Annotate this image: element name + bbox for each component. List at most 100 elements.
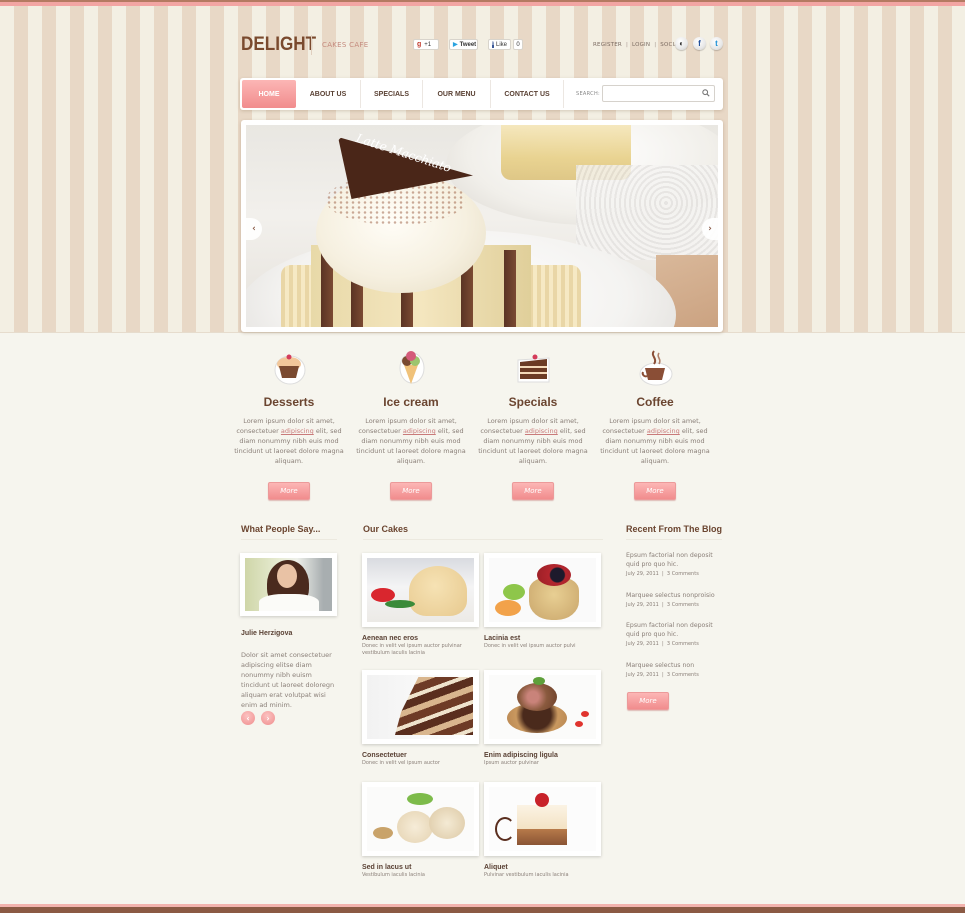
chocolate-stripe: [504, 250, 516, 327]
logo[interactable]: DELIGHT: [241, 34, 316, 56]
blog-post-date: July 29, 2011: [626, 641, 659, 647]
feature-link[interactable]: adipiscing: [281, 427, 314, 435]
cake-photo-frame: [362, 782, 479, 856]
hero-slider: Latte Macchiato ‹ ›: [241, 120, 723, 332]
sauce-dot: [581, 711, 589, 717]
cakes-title: Our Cakes: [363, 524, 409, 534]
cake-item[interactable]: Lacinia est Donec in velit vel ipsum auc…: [484, 553, 601, 650]
tiramisu-slice: [517, 805, 567, 845]
search-icon[interactable]: [701, 88, 711, 98]
cake-item[interactable]: Sed in lacus ut Vestibulum iaculis lacin…: [362, 782, 479, 879]
mint-leaf: [503, 584, 525, 600]
tagline: CAKES CAFE: [322, 41, 369, 49]
login-link[interactable]: LOGIN: [632, 42, 650, 48]
nav-about-us[interactable]: ABOUT US: [296, 80, 361, 108]
facebook-like-button[interactable]: f Like: [488, 39, 511, 50]
main-navigation: HOME ABOUT US SPECIALS OUR MENU CONTACT …: [240, 78, 723, 110]
top-links: REGISTER | LOGIN | SOCIAL: [593, 42, 682, 48]
feature-link[interactable]: adipiscing: [403, 427, 436, 435]
blog-post-title[interactable]: Epsum factorial non deposit quid pro quo…: [626, 551, 726, 569]
feature-desserts: Desserts Lorem ipsum dolor sit amet, con…: [234, 348, 344, 500]
feature-text: Lorem ipsum dolor sit amet, consectetuer…: [356, 416, 466, 466]
blog-post-title[interactable]: Marquee selectus non: [626, 661, 726, 670]
blog-post-comments[interactable]: 3 Comments: [667, 641, 699, 647]
nav-home[interactable]: HOME: [242, 80, 296, 108]
blog-post-comments[interactable]: 3 Comments: [667, 571, 699, 577]
ice-cream-scoop: [429, 807, 465, 839]
cupcake-icon: [269, 348, 309, 388]
like-label: Like: [496, 41, 508, 48]
feature-title: Coffee: [636, 395, 674, 409]
shirt: [259, 594, 319, 611]
tweet-label: Tweet: [459, 41, 477, 48]
cake-title: Aliquet: [484, 864, 508, 871]
section-divider: [363, 539, 603, 540]
cake-photo: [367, 787, 474, 851]
cake-title: Consectetuer: [362, 752, 407, 759]
cake-title: Enim adipiscing ligula: [484, 752, 558, 759]
cake-item[interactable]: Aenean nec eros Donec in velit vel ipsum…: [362, 553, 479, 657]
blog-post-date: July 29, 2011: [626, 571, 659, 577]
bottom-border: [0, 907, 965, 913]
twitter-icon[interactable]: t: [710, 37, 723, 50]
blog-post-date: July 29, 2011: [626, 672, 659, 678]
ice-cream-scoop: [397, 811, 433, 843]
blog-post-meta: July 29, 2011 | 3 Comments: [626, 672, 726, 678]
blog-post-title[interactable]: Marquee selectus nonproisio: [626, 591, 726, 600]
testimonial-prev-button[interactable]: ‹: [241, 711, 255, 725]
slider-next-button[interactable]: ›: [702, 218, 718, 240]
cake-photo: [489, 675, 596, 739]
section-divider: [626, 539, 722, 540]
woman-portrait: [245, 558, 332, 611]
more-button[interactable]: More: [512, 482, 554, 500]
blog-post-comments[interactable]: 3 Comments: [667, 602, 699, 608]
feature-ice-cream: Ice cream Lorem ipsum dolor sit amet, co…: [356, 348, 466, 500]
chocolate-curls: [517, 683, 557, 711]
testimonial-next-button[interactable]: ›: [261, 711, 275, 725]
blog-more-button[interactable]: More: [627, 692, 669, 710]
google-plus-icon: g: [417, 41, 422, 48]
more-button[interactable]: More: [268, 482, 310, 500]
search-input[interactable]: [602, 85, 715, 102]
blog-title: Recent From The Blog: [626, 524, 723, 534]
blog-post-comments[interactable]: 3 Comments: [667, 672, 699, 678]
feature-text: Lorem ipsum dolor sit amet, consectetuer…: [600, 416, 710, 466]
nav-specials[interactable]: SPECIALS: [361, 80, 423, 108]
delicious-icon[interactable]: ◐: [675, 37, 688, 50]
nav-contact-us[interactable]: CONTACT US: [491, 80, 564, 108]
cake-item[interactable]: Aliquet Pulvinar vestibulum iaculis laci…: [484, 782, 601, 879]
cake-title: Aenean nec eros: [362, 635, 419, 642]
feature-link[interactable]: adipiscing: [525, 427, 558, 435]
slider-prev-button[interactable]: ‹: [246, 218, 262, 240]
nav-our-menu[interactable]: OUR MENU: [423, 80, 491, 108]
cake-photo-frame: [362, 670, 479, 744]
cake-slice-icon: [513, 348, 553, 388]
orange-slice: [495, 600, 521, 616]
blog-post-title[interactable]: Epsum factorial non deposit quid pro quo…: [626, 621, 726, 639]
cake-item[interactable]: Enim adipiscing ligula Ipsum auctor pulv…: [484, 670, 601, 767]
coffee-cup-icon: [635, 348, 675, 388]
layer-cake-slice: [395, 677, 473, 735]
mint-leaf: [533, 677, 545, 685]
cake-item[interactable]: Consectetuer Donec in velit vel ipsum au…: [362, 670, 479, 767]
separator: |: [662, 672, 664, 678]
blog-post: Marquee selectus non July 29, 2011 | 3 C…: [626, 661, 726, 678]
leaf: [385, 600, 415, 608]
twitter-bird-icon: ▶: [453, 42, 458, 48]
feature-text: Lorem ipsum dolor sit amet, consectetuer…: [234, 416, 344, 466]
feature-link[interactable]: adipiscing: [647, 427, 680, 435]
separator: |: [662, 641, 664, 647]
doily: [576, 165, 718, 260]
feature-text: Lorem ipsum dolor sit amet, consectetuer…: [478, 416, 588, 466]
chocolate-swirl: [495, 817, 515, 841]
separator: |: [625, 42, 628, 48]
cake-photo: [367, 675, 474, 739]
facebook-icon[interactable]: f: [693, 37, 706, 50]
more-button[interactable]: More: [634, 482, 676, 500]
more-button[interactable]: More: [390, 482, 432, 500]
tweet-button[interactable]: ▶ Tweet: [449, 39, 478, 50]
berries: [537, 564, 571, 586]
register-link[interactable]: REGISTER: [593, 42, 622, 48]
google-plus-button[interactable]: g +1: [413, 39, 439, 50]
testimonial-author: Julie Herzigova: [241, 630, 293, 637]
